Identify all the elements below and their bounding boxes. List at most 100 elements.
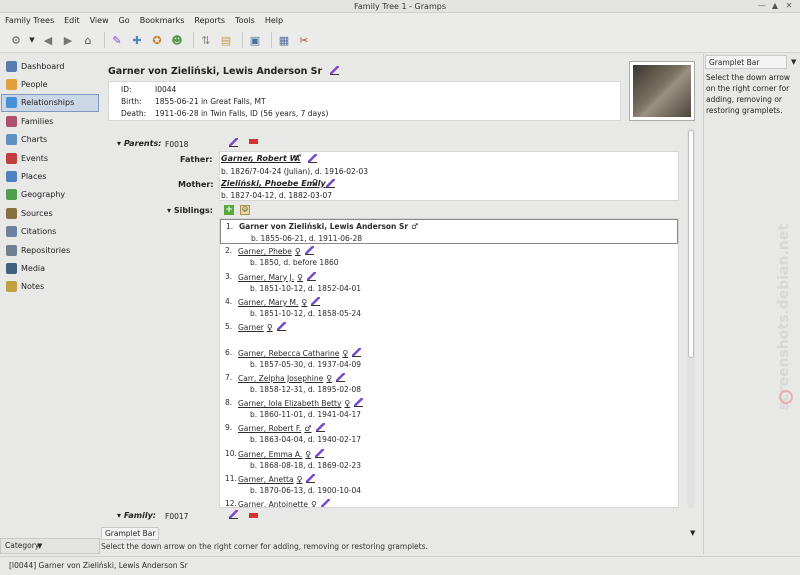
scrollbar-thumb[interactable] xyxy=(688,130,694,358)
edit-sibling-icon[interactable] xyxy=(320,499,330,507)
right-gramplet-menu-icon[interactable]: ▼ xyxy=(791,58,796,66)
sibling-row[interactable]: 5. Garner ♀ xyxy=(220,320,678,345)
sibling-row[interactable]: 11. Garner, Anetta ♀ b. 1870-06-13, d. 1900… xyxy=(220,472,678,497)
mother-name[interactable]: Zieliński, Phoebe Emily xyxy=(221,179,326,188)
add-person-icon[interactable]: ✚ xyxy=(129,32,145,48)
remove-parents-icon[interactable] xyxy=(249,139,258,144)
right-gramplet-tab[interactable]: Gramplet Bar xyxy=(705,55,787,69)
siblings-expander[interactable]: ▾ Siblings: xyxy=(167,206,213,215)
remove-family-icon[interactable] xyxy=(249,513,258,518)
sibling-name[interactable]: Garner, Emma A. ♀ xyxy=(238,448,325,459)
female-icon: ♀ xyxy=(294,247,301,257)
sibling-row[interactable]: 2. Garner, Phebe ♀ b. 1850, d. before 1860 xyxy=(220,244,678,269)
bottom-gramplet-bar: Gramplet Bar ▼ Select the down arrow on … xyxy=(100,527,701,554)
edit-sibling-icon[interactable] xyxy=(311,296,321,306)
sibling-row[interactable]: 3. Garner, Mary J. ♀ b. 1851-10-12, d. 1852… xyxy=(220,270,678,295)
edit-parents-icon[interactable] xyxy=(229,138,238,147)
sibling-name[interactable]: Garner, Robert F. ♂ xyxy=(238,423,325,433)
sidebar-item-people[interactable]: People xyxy=(1,75,99,93)
sidebar-item-notes[interactable]: Notes xyxy=(1,278,99,296)
edit-father-icon[interactable] xyxy=(308,154,317,163)
sidebar-item-repositories[interactable]: Repositories xyxy=(1,241,99,259)
sibling-row[interactable]: 4. Garner, Mary M. ♀ b. 1851-10-12, d. 1858… xyxy=(220,295,678,320)
parents-expander[interactable]: ▾ Parents: xyxy=(117,139,161,148)
edit-sibling-icon[interactable] xyxy=(354,398,364,408)
bottom-gramplet-menu-icon[interactable]: ▼ xyxy=(690,529,695,537)
add-partner-icon[interactable]: ☻ xyxy=(169,32,185,48)
sibling-row[interactable]: 7. Carr, Zelpha Josephine ♀ b. 1858-12-31, … xyxy=(220,371,678,396)
sibling-name[interactable]: Garner von Zieliński, Lewis Anderson Sr ♂ xyxy=(239,222,418,231)
sidebar-item-media[interactable]: Media xyxy=(1,259,99,277)
sibling-row[interactable]: 10. Garner, Emma A. ♀ b. 1868-08-18, d. 186… xyxy=(220,447,678,472)
menu-bookmarks[interactable]: Bookmarks xyxy=(140,16,185,25)
sibling-name[interactable]: Garner, Rebecca Catharine ♀ xyxy=(238,347,362,358)
edit-person-icon[interactable] xyxy=(329,66,339,75)
sibling-name[interactable]: Garner, Mary M. ♀ xyxy=(238,296,321,307)
sibling-name[interactable]: Garner, Anetta ♀ xyxy=(238,474,316,484)
person-photo[interactable] xyxy=(629,61,695,121)
sibling-name-text: Garner, Rebecca Catharine xyxy=(238,348,340,358)
menu-help[interactable]: Help xyxy=(265,16,283,25)
forward-icon[interactable]: ▶ xyxy=(60,32,76,48)
edit-mother-icon[interactable] xyxy=(326,179,335,188)
sidebar-item-relationships[interactable]: Relationships xyxy=(1,93,99,113)
edit-sibling-icon[interactable] xyxy=(315,423,325,433)
father-name[interactable]: Garner, Robert W. xyxy=(221,154,301,163)
sidebar-item-families[interactable]: Families xyxy=(1,112,99,130)
sidebar-item-sources[interactable]: Sources xyxy=(1,204,99,222)
menu-reports[interactable]: Reports xyxy=(194,16,225,25)
family-expander[interactable]: ▾ Family: xyxy=(117,511,156,520)
sidebar-item-citations[interactable]: Citations xyxy=(1,223,99,241)
close-icon[interactable]: ✕ xyxy=(784,1,794,11)
bottom-gramplet-tab[interactable]: Gramplet Bar xyxy=(101,527,160,540)
sidebar-item-places[interactable]: Places xyxy=(1,167,99,185)
menu-edit[interactable]: Edit xyxy=(64,16,80,25)
family-trees-icon[interactable]: ⚙ xyxy=(8,32,24,48)
dropdown-arrow-icon[interactable]: ▼ xyxy=(28,32,36,48)
father-dates: b. 1826/7-04-24 (Julian), d. 1916-02-03 xyxy=(221,167,369,176)
edit-sibling-icon[interactable] xyxy=(306,474,316,483)
add-family-icon[interactable]: ✪ xyxy=(149,32,165,48)
configure-view-icon[interactable]: ▣ xyxy=(247,32,263,48)
sidebar-item-dashboard[interactable]: Dashboard xyxy=(1,57,99,75)
sibling-name[interactable]: Carr, Zelpha Josephine ♀ xyxy=(238,372,346,383)
add-sibling-icon[interactable]: + xyxy=(224,205,234,215)
clipboard-icon[interactable]: ▤ xyxy=(218,32,234,48)
edit-sibling-icon[interactable] xyxy=(276,322,286,332)
menu-go[interactable]: Go xyxy=(119,16,130,25)
main-scrollbar[interactable] xyxy=(687,128,695,508)
sibling-name[interactable]: Garner ♀ xyxy=(238,322,286,332)
reports-icon[interactable]: ▦ xyxy=(276,32,292,48)
home-icon[interactable]: ⌂ xyxy=(80,32,96,48)
edit-sibling-icon[interactable] xyxy=(336,372,346,382)
sibling-row[interactable]: 6. Garner, Rebecca Catharine ♀ b. 1857-05-3… xyxy=(220,346,678,371)
sibling-name[interactable]: Garner, Antoinette ♀ xyxy=(238,499,330,507)
sibling-row[interactable]: 12.Garner, Antoinette♀b. 1870-06-13, d. … xyxy=(220,497,678,507)
sidebar-item-geography[interactable]: Geography xyxy=(1,186,99,204)
edit-family-icon[interactable] xyxy=(229,510,238,519)
menu-view[interactable]: View xyxy=(90,16,109,25)
menu-family-trees[interactable]: Family Trees xyxy=(5,16,54,25)
back-icon[interactable]: ◀ xyxy=(40,32,56,48)
sibling-row[interactable]: 9. Garner, Robert F. ♂ b. 1863-04-04, d. 19… xyxy=(220,421,678,446)
window-title: Family Tree 1 - Gramps xyxy=(354,2,446,11)
sibling-row[interactable]: 8. Garner, Iola Elizabeth Betty ♀ b. 1860-1… xyxy=(220,396,678,421)
share-sibling-icon[interactable]: ☺ xyxy=(240,205,250,215)
sibling-row[interactable]: 1. Garner von Zieliński, Lewis Anderson S… xyxy=(220,219,678,245)
edit-icon[interactable]: ✎ xyxy=(109,32,125,48)
edit-sibling-icon[interactable] xyxy=(304,246,314,256)
edit-sibling-icon[interactable] xyxy=(352,347,362,357)
sibling-name[interactable]: Garner, Mary J. ♀ xyxy=(238,271,317,282)
tools-icon[interactable]: ✂ xyxy=(296,32,312,48)
sidebar-item-events[interactable]: Events xyxy=(1,149,99,167)
minimize-icon[interactable]: — xyxy=(757,1,767,11)
sidebar-item-charts[interactable]: Charts xyxy=(1,131,99,149)
menu-tools[interactable]: Tools xyxy=(235,16,255,25)
edit-sibling-icon[interactable] xyxy=(315,448,325,458)
maximize-icon[interactable]: ▲ xyxy=(770,1,780,11)
category-selector[interactable]: Category ▼ xyxy=(0,538,100,554)
sibling-name[interactable]: Garner, Phebe ♀ xyxy=(238,246,314,256)
edit-sibling-icon[interactable] xyxy=(307,271,317,281)
reorder-icon[interactable]: ⇅ xyxy=(198,32,214,48)
sibling-name[interactable]: Garner, Iola Elizabeth Betty ♀ xyxy=(238,398,364,408)
